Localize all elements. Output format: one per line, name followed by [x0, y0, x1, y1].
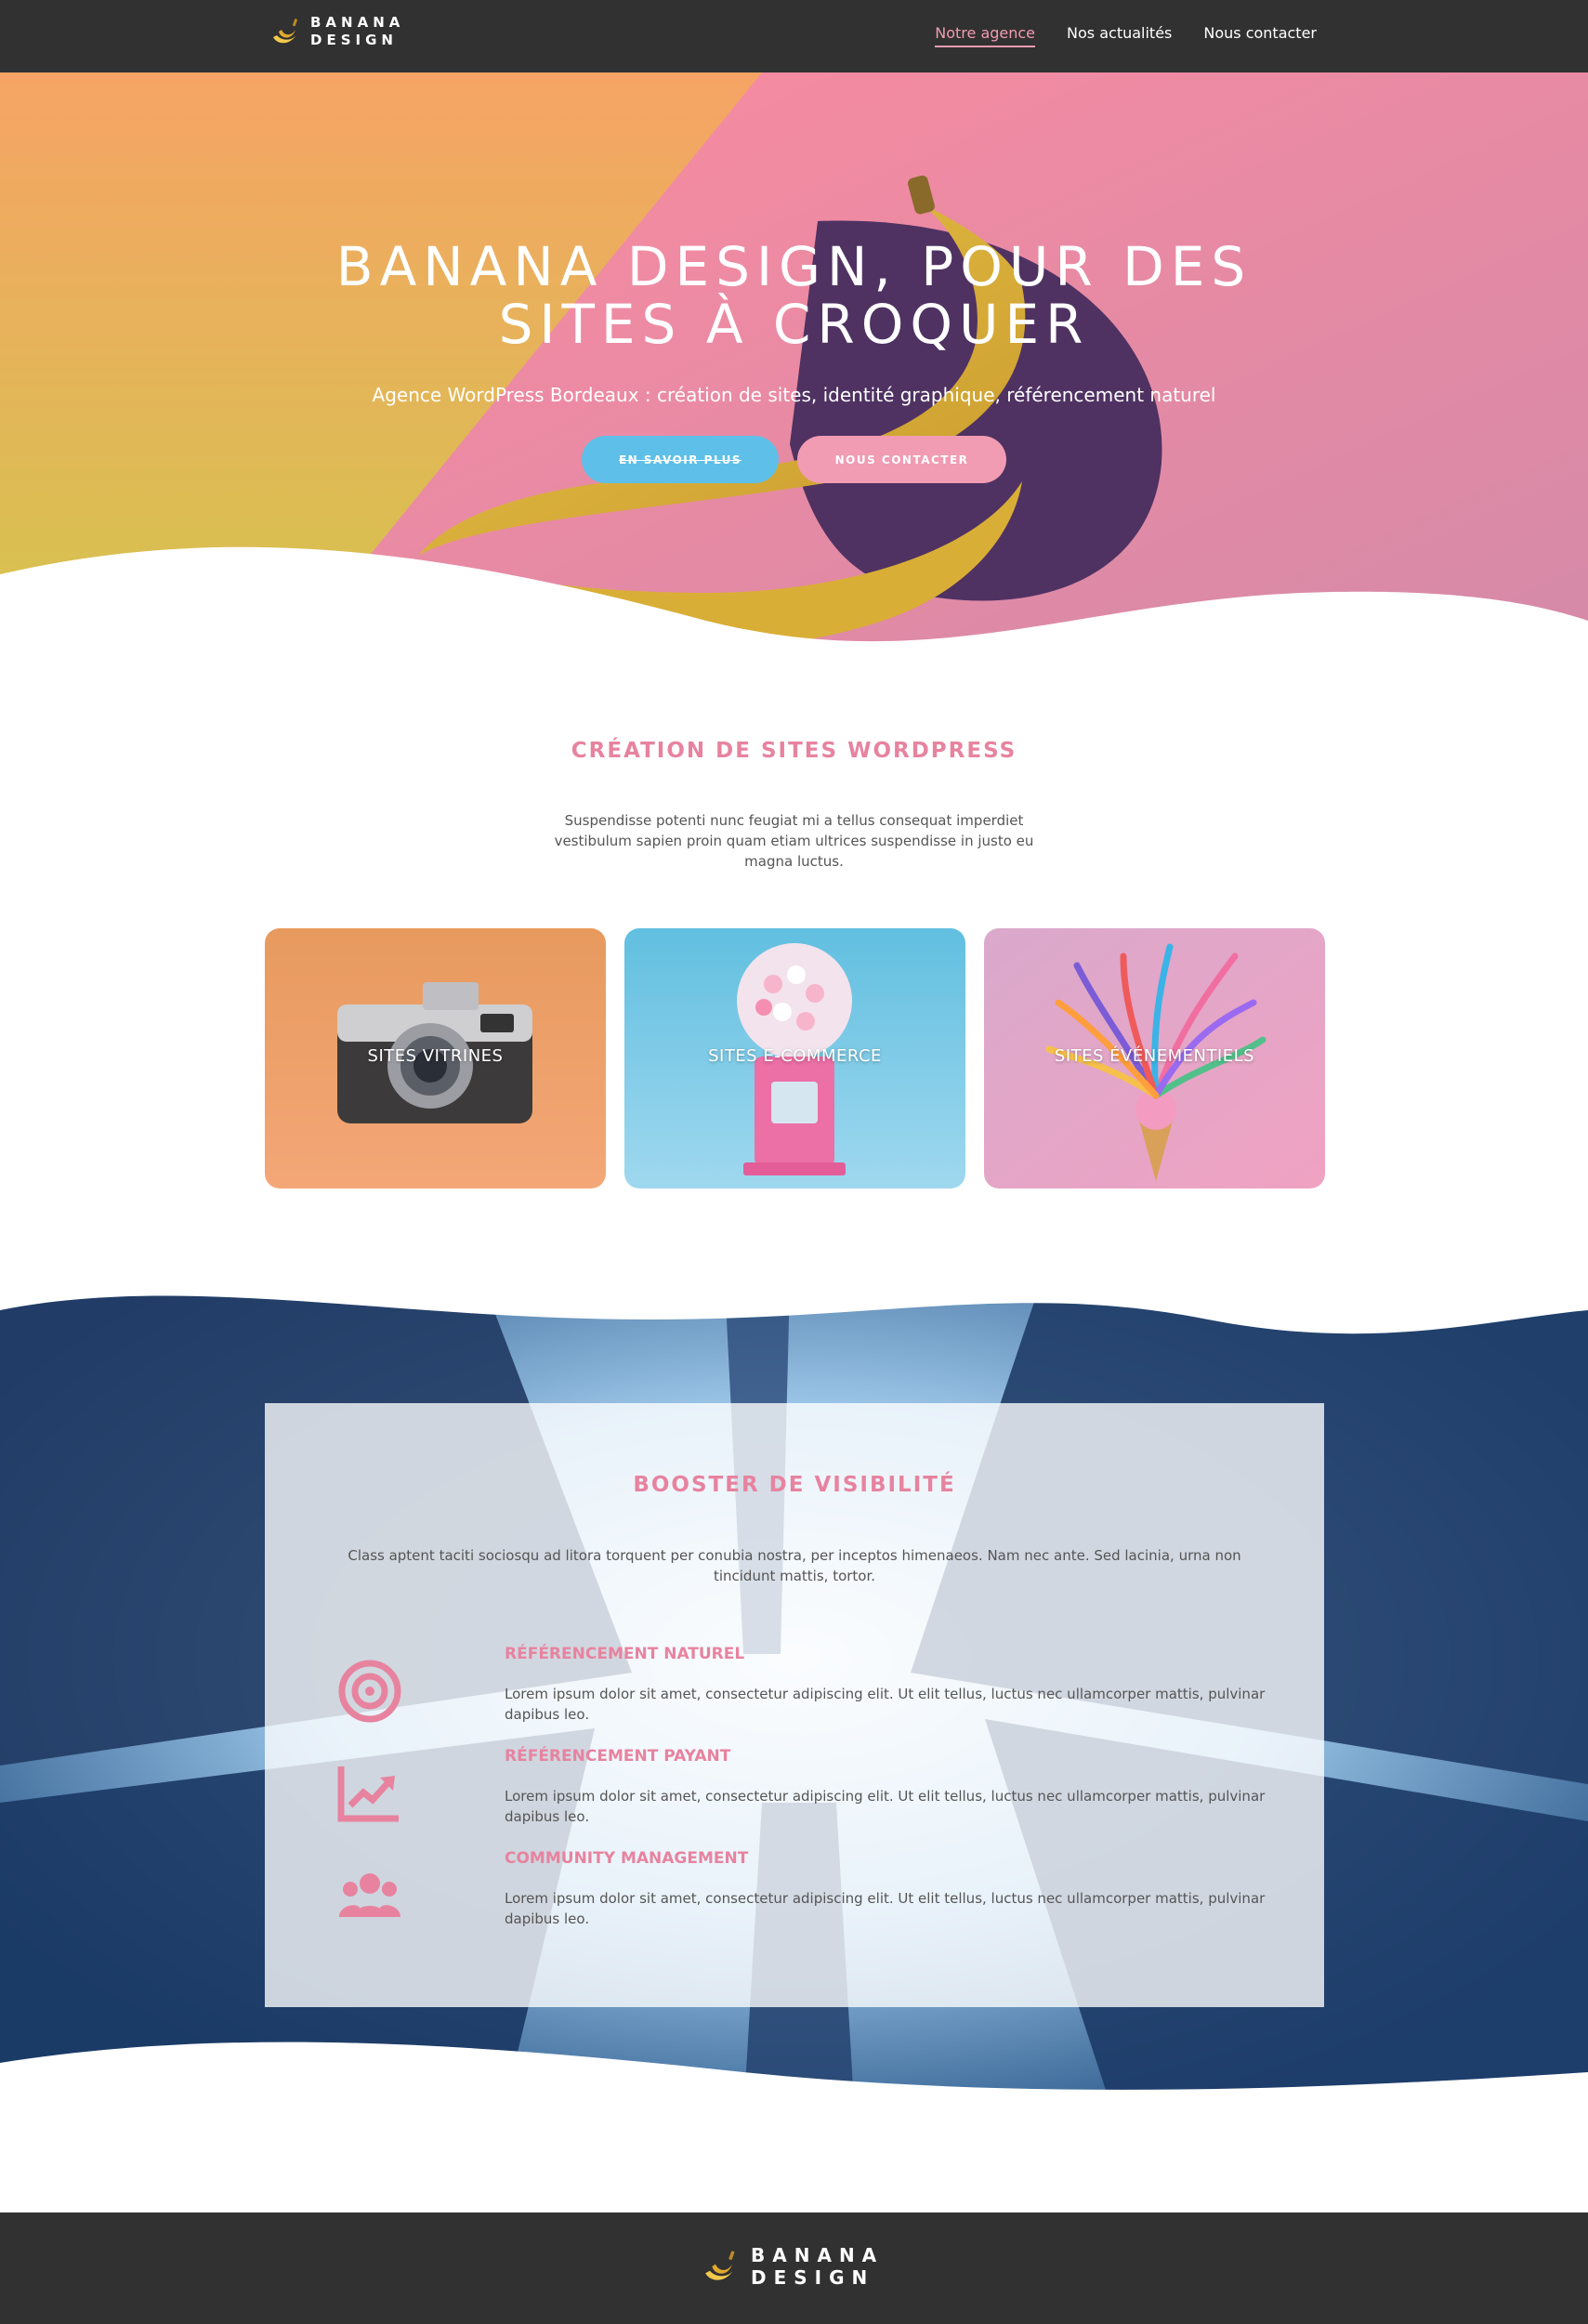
card-sites-vitrines[interactable]: SITES VITRINES — [265, 928, 606, 1188]
hero-subtitle: Agence WordPress Bordeaux : création de … — [372, 384, 1216, 406]
logo-line-2: DESIGN — [310, 32, 398, 48]
hero-title-line-2: SITES À CROQUER — [498, 293, 1090, 356]
visibility-section-title: BOOSTER DE VISIBILITÉ — [633, 1473, 956, 1497]
top-navbar: BANANA DESIGN Notre agence Nos actualité… — [0, 0, 1588, 72]
card-sites-evenementiels[interactable]: SITES ÉVÉNEMENTIELS — [984, 928, 1325, 1188]
visibility-panel: BOOSTER DE VISIBILITÉ Class aptent tacit… — [265, 1403, 1324, 2007]
learn-more-button[interactable]: EN SAVOIR PLUS — [582, 436, 779, 483]
feature-text-sea: Lorem ipsum dolor sit amet, consectetur … — [505, 1788, 1266, 1825]
service-cards: SITES VITRINES SITES E-COMMERCE SITES ÉV… — [265, 928, 1325, 1188]
nav-item-nous-contacter[interactable]: Nous contacter — [1203, 24, 1317, 47]
feature-text-seo: Lorem ipsum dolor sit amet, consectetur … — [505, 1686, 1266, 1723]
footer-logo-line-2: DESIGN — [751, 2266, 875, 2289]
banana-logo-icon — [705, 2251, 735, 2280]
feature-title-seo: RÉFÉRENCEMENT NATUREL — [505, 1645, 745, 1663]
feature-title-community: COMMUNITY MANAGEMENT — [505, 1849, 749, 1868]
site-logo[interactable]: BANANA DESIGN — [268, 13, 404, 50]
nav-item-notre-agence[interactable]: Notre agence — [935, 24, 1036, 47]
banana-logo-icon — [273, 19, 297, 44]
card-label-vitrines: SITES VITRINES — [367, 1046, 504, 1066]
hero-banana-image — [0, 72, 1588, 667]
feature-title-sea: RÉFÉRENCEMENT PAYANT — [505, 1747, 731, 1766]
feature-text-community: Lorem ipsum dolor sit amet, consectetur … — [505, 1890, 1266, 1927]
hero-title-line-1: BANANA DESIGN, POUR DES — [335, 235, 1253, 298]
chart-trend-icon — [337, 1766, 399, 1822]
contact-us-button[interactable]: NOUS CONTACTER — [797, 436, 1006, 483]
footer-logo-line-1: BANANA — [751, 2244, 885, 2266]
hero-title: BANANA DESIGN, POUR DES SITES À CROQUER — [0, 238, 1588, 353]
logo-line-1: BANANA — [310, 14, 405, 31]
creation-section-text: Suspendisse potenti nunc feugiat mi a te… — [554, 812, 1034, 870]
nav-item-nos-actualites[interactable]: Nos actualités — [1067, 24, 1172, 47]
card-sites-ecommerce[interactable]: SITES E-COMMERCE — [624, 928, 965, 1188]
footer: BANANA DESIGN — [0, 2212, 1588, 2324]
visibility-section-text: Class aptent taciti sociosqu ad litora t… — [348, 1547, 1241, 1584]
hero-section: BANANA DESIGN, POUR DES SITES À CROQUER … — [0, 72, 1588, 667]
card-label-ecommerce: SITES E-COMMERCE — [708, 1046, 882, 1066]
footer-logo[interactable]: BANANA DESIGN — [699, 2242, 884, 2291]
card-label-evenementiels: SITES ÉVÉNEMENTIELS — [1054, 1046, 1255, 1066]
target-icon — [338, 1660, 401, 1723]
creation-section-title: CRÉATION DE SITES WORDPRESS — [571, 739, 1017, 763]
users-icon — [339, 1873, 400, 1917]
